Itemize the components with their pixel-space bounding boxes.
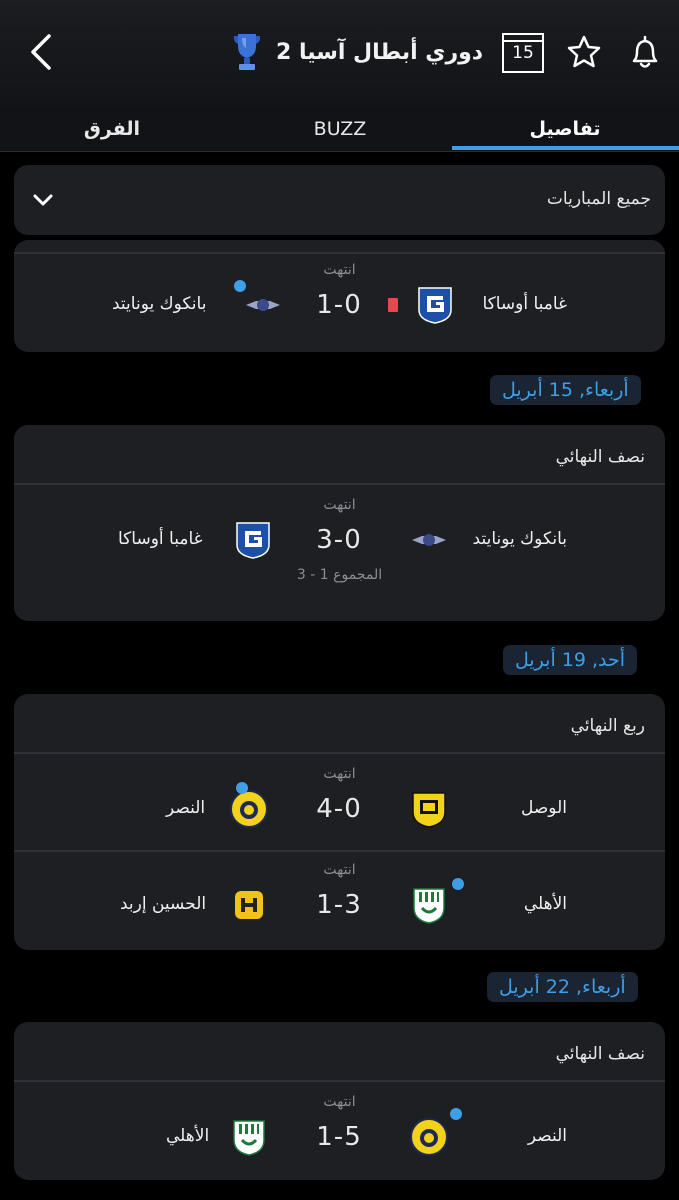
gamba-osaka-logo: [418, 287, 452, 324]
league-title-group: دوري أبطال آسيا 2: [230, 30, 483, 74]
round-card: ربع النهائي انتهت الوصل 4-0 النصر انتهت …: [14, 694, 665, 950]
date-pill: أربعاء, 22 أبريل: [487, 972, 638, 1002]
app-header: دوري أبطال آسيا 2 15: [0, 0, 679, 112]
al-nassr-logo: [410, 1118, 448, 1156]
divider: [14, 483, 665, 485]
round-title: ربع النهائي: [570, 716, 645, 736]
match-status: انتهت: [323, 497, 356, 513]
round-title: نصف النهائي: [555, 447, 645, 467]
home-team-name: النصر: [527, 1126, 567, 1146]
match-row[interactable]: انتهت الوصل 4-0 النصر: [14, 758, 665, 854]
away-team-name: النصر: [166, 798, 206, 818]
match-row[interactable]: انتهت الأهلي 1-3 الحسين إربد: [14, 854, 665, 950]
home-team-name: غامبا أوساكا: [482, 294, 567, 314]
aggregate-score: المجموع 1 - 3: [296, 567, 383, 583]
tab-details[interactable]: تفاصيل: [470, 118, 660, 140]
back-arrow-icon[interactable]: [22, 30, 62, 74]
al-wasl-logo: [412, 792, 446, 828]
trophy-icon: [233, 34, 261, 70]
calendar-button[interactable]: 15: [502, 33, 544, 73]
match-score: 1-3: [316, 890, 362, 920]
al-hussein-irbid-logo: [235, 891, 263, 919]
chevron-down-icon: [33, 194, 53, 206]
al-nassr-logo: [230, 790, 268, 828]
match-score: 4-0: [316, 794, 362, 824]
date-pill: أربعاء, 15 أبريل: [490, 375, 641, 405]
tab-buzz[interactable]: BUZZ: [300, 118, 380, 140]
divider: [14, 752, 665, 754]
date-pill: أحد, 19 أبريل: [503, 645, 638, 675]
round-card: نصف النهائي انتهت بانكوك يونايتد 3-0 غام…: [14, 425, 665, 621]
away-team-name: الأهلي: [166, 1126, 210, 1146]
away-team-name: غامبا أوساكا: [118, 529, 203, 549]
league-title: دوري أبطال آسيا 2: [276, 39, 484, 65]
notification-bell-icon[interactable]: [627, 34, 663, 72]
favorite-star-icon[interactable]: [566, 34, 602, 70]
divider: [14, 850, 665, 852]
match-status: انتهت: [323, 1094, 356, 1110]
match-status: انتهت: [323, 766, 356, 782]
match-score: 1-0: [316, 290, 362, 320]
away-team-name: بانكوك يونايتد: [112, 294, 207, 314]
bangkok-united-logo: [412, 534, 446, 546]
verified-icon: [236, 782, 248, 794]
match-score: 1-5: [316, 1122, 362, 1152]
matches-filter-dropdown[interactable]: جميع المباريات: [14, 165, 665, 235]
round-card: نصف النهائي انتهت النصر 1-5 الأهلي: [14, 1022, 665, 1180]
home-team-name: الوصل: [521, 798, 567, 818]
match-row[interactable]: انتهت غامبا أوساكا 1-0 بانكوك يونايتد: [14, 254, 665, 350]
filter-label: جميع المباريات: [546, 189, 651, 209]
tab-divider: [0, 151, 679, 152]
match-card: انتهت غامبا أوساكا 1-0 بانكوك يونايتد: [14, 240, 665, 352]
round-title: نصف النهائي: [555, 1044, 645, 1064]
al-ahli-logo: [233, 1120, 265, 1156]
verified-icon: [234, 280, 246, 292]
away-team-name: الحسين إربد: [120, 894, 207, 914]
al-ahli-logo: [413, 888, 445, 924]
match-score: 3-0: [316, 525, 362, 555]
gamba-osaka-logo: [236, 522, 270, 559]
tab-bar: الفرق BUZZ تفاصيل: [0, 112, 679, 152]
home-team-name: بانكوك يونايتد: [472, 529, 567, 549]
match-status: انتهت: [323, 862, 356, 878]
verified-icon: [450, 1108, 462, 1120]
bangkok-united-logo: [246, 299, 280, 311]
calendar-day: 15: [512, 43, 534, 63]
tab-teams[interactable]: الفرق: [72, 118, 152, 140]
home-team-name: الأهلي: [523, 894, 567, 914]
verified-icon: [452, 878, 464, 890]
match-status: انتهت: [323, 262, 356, 278]
active-tab-indicator: [452, 146, 679, 150]
divider: [14, 1080, 665, 1082]
match-row[interactable]: انتهت النصر 1-5 الأهلي: [14, 1086, 665, 1180]
